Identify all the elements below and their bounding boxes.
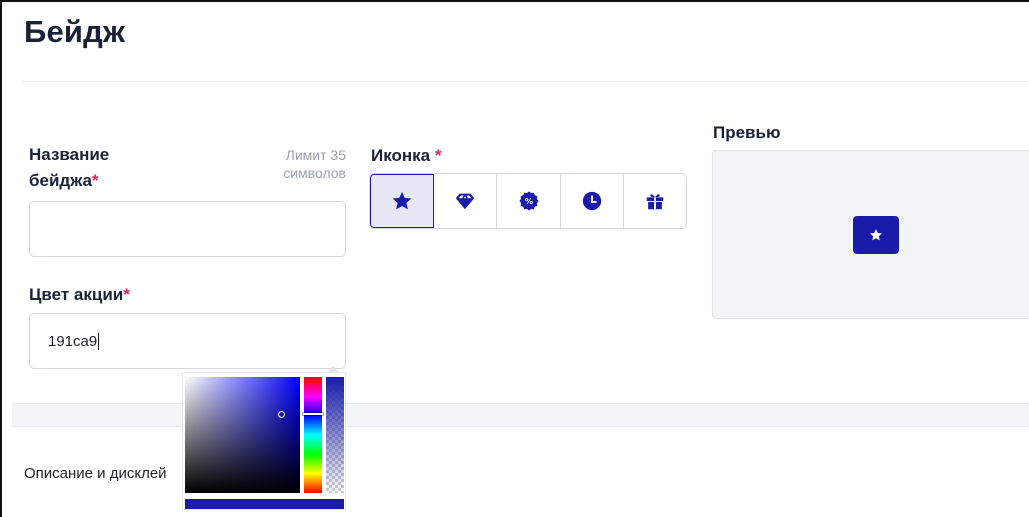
char-limit-line2: символов [283, 165, 346, 181]
badge-editor-page: Бейдж Название бейджа* Лимит 35 символов… [0, 0, 1029, 517]
preview-panel [712, 150, 1029, 319]
gift-icon [646, 194, 664, 210]
required-mark: * [123, 285, 130, 304]
promo-color-input[interactable]: 191ca9 [29, 313, 346, 369]
hue-slider[interactable] [303, 377, 323, 493]
diamond-icon [456, 193, 475, 210]
icon-option-clock[interactable] [560, 174, 624, 228]
icon-label-text: Иконка [371, 146, 431, 165]
badge-name-label-line2: бейджа* [29, 168, 109, 194]
percent-badge-icon: % [518, 191, 539, 211]
title-divider [22, 81, 1029, 82]
text-caret [98, 332, 100, 350]
badge-name-label: Название бейджа* [29, 142, 109, 194]
icon-option-percent[interactable]: % [497, 174, 561, 228]
star-icon [870, 229, 882, 241]
clock-icon [582, 191, 601, 211]
preview-badge [853, 216, 899, 254]
icon-selector: % [369, 173, 687, 229]
badge-name-label-text: бейджа [29, 171, 92, 190]
char-limit-hint: Лимит 35 символов [254, 146, 346, 182]
promo-color-label: Цвет акции* [29, 282, 130, 308]
promo-color-label-text: Цвет акции [29, 285, 124, 304]
description-section-label: Описание и дисклей [24, 465, 167, 482]
svg-text:%: % [524, 196, 532, 206]
alpha-slider[interactable] [326, 377, 344, 493]
icon-option-diamond[interactable] [434, 174, 498, 228]
star-icon [392, 191, 412, 210]
char-limit-line1: Лимит 35 [285, 147, 346, 163]
badge-name-input[interactable] [29, 201, 346, 257]
hue-handle[interactable] [303, 413, 323, 415]
promo-color-value: 191ca9 [48, 332, 98, 350]
badge-name-label-line1: Название [29, 145, 110, 164]
icon-option-gift[interactable] [623, 174, 686, 228]
current-color-swatch [185, 499, 344, 509]
preview-label: Превью [713, 123, 781, 142]
icon-option-star[interactable] [370, 174, 435, 228]
required-mark: * [91, 171, 99, 190]
saturation-area[interactable] [185, 377, 300, 493]
page-title: Бейдж [24, 14, 126, 49]
color-picker-popover [182, 372, 346, 510]
saturation-handle[interactable] [278, 411, 285, 418]
icon-label: Иконка * [371, 143, 441, 169]
alpha-gradient [326, 377, 344, 493]
required-mark: * [434, 146, 442, 165]
section-divider [12, 403, 1029, 427]
